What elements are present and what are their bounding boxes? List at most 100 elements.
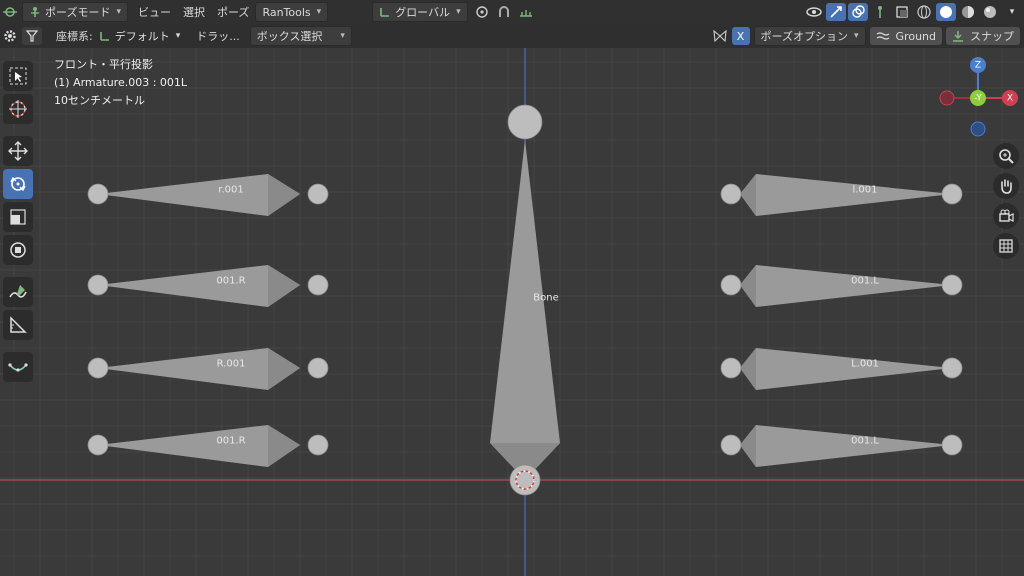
pose-options-dropdown[interactable]: ポーズオプション ▾ xyxy=(753,26,866,46)
bone-label: r.001 xyxy=(218,184,244,196)
select-mode-dropdown[interactable]: ボックス選択 ▾ xyxy=(249,26,352,46)
mode-label: ポーズモード xyxy=(45,6,111,19)
move-tool[interactable] xyxy=(3,136,33,166)
bone-label: 001.L xyxy=(851,435,879,447)
bone-overlay-icon[interactable] xyxy=(870,3,890,21)
mode-selector[interactable]: ポーズモード ▾ xyxy=(22,2,128,22)
bone-shape xyxy=(268,174,300,216)
3d-viewport[interactable]: Z X -Y フロント・平行投影 (1) Armature.003 : 001L 1… xyxy=(0,48,1024,576)
toolbar-left xyxy=(0,58,36,385)
bone-joint xyxy=(87,357,109,379)
filter-icon[interactable] xyxy=(22,27,42,45)
pan-hand-icon xyxy=(1001,179,1012,194)
overlays-icon[interactable] xyxy=(848,3,868,21)
orientation-icon xyxy=(99,32,109,41)
bone-joint xyxy=(307,434,329,456)
bone-label: R.001 xyxy=(216,358,246,370)
rantools-label: RanTools xyxy=(262,5,311,19)
bone-joint xyxy=(507,104,543,140)
pose-options-label: ポーズオプション xyxy=(760,30,848,43)
snap-magnet-icon[interactable] xyxy=(494,3,514,21)
butterfly-mirror-icon xyxy=(710,27,730,45)
ground-waves-icon xyxy=(876,32,889,40)
select-box-icon xyxy=(9,67,27,85)
header-bar: ポーズモード ▾ ビュー 選択 ポーズ RanTools ▾ グローバル ▾ ▾ xyxy=(0,0,1024,24)
bone-shape xyxy=(268,265,300,307)
pan-tool[interactable] xyxy=(993,173,1019,199)
menu-pose[interactable]: ポーズ xyxy=(211,4,255,20)
xray-icon[interactable] xyxy=(892,3,912,21)
gizmo-toggle-icon[interactable] xyxy=(826,3,846,21)
annotate-tool[interactable] xyxy=(3,277,33,307)
bone-joint xyxy=(720,183,742,205)
visibility-eye-icon[interactable] xyxy=(804,3,824,21)
rotate-icon xyxy=(10,176,26,192)
coord-system-dropdown[interactable]: デフォルト ▾ xyxy=(93,27,187,45)
transform-icon xyxy=(10,242,26,258)
bone-joint xyxy=(941,357,963,379)
object-info: (1) Armature.003 : 001L xyxy=(54,76,188,89)
bone-joint xyxy=(307,274,329,296)
shading-material-icon[interactable] xyxy=(958,3,978,21)
chevron-down-icon: ▾ xyxy=(456,7,461,17)
shading-rendered-icon[interactable] xyxy=(980,3,1000,21)
menu-view[interactable]: ビュー xyxy=(132,4,177,20)
snap-label: スナップ xyxy=(970,30,1014,43)
shading-wireframe-icon[interactable] xyxy=(914,3,934,21)
bone-joint xyxy=(720,357,742,379)
measure-tool[interactable] xyxy=(3,310,33,340)
annotate-icon xyxy=(9,285,27,298)
chevron-down-icon: ▾ xyxy=(854,31,859,41)
orientation-icon xyxy=(380,8,390,17)
drag-label[interactable]: ドラッ... xyxy=(190,27,246,45)
gizmo-z-label: Z xyxy=(975,61,981,71)
bone-joint xyxy=(720,434,742,456)
snap-target-icon[interactable] xyxy=(516,3,536,21)
orientation-label: グローバル xyxy=(395,6,451,19)
transform-tool[interactable] xyxy=(3,235,33,265)
rotate-tool[interactable] xyxy=(3,169,33,199)
bone-label: Bone xyxy=(533,292,559,304)
zoom-icon xyxy=(999,149,1014,164)
view-name: フロント・平行投影 xyxy=(54,58,153,71)
scale-icon xyxy=(10,209,26,225)
transform-orientation-dropdown[interactable]: グローバル ▾ xyxy=(372,2,468,22)
bone-shape xyxy=(268,348,300,390)
tool-settings-gear-icon[interactable] xyxy=(0,27,20,45)
grid-icon xyxy=(999,239,1013,253)
menu-select[interactable]: 選択 xyxy=(177,4,211,20)
cursor-icon xyxy=(9,100,27,118)
pivot-point-icon[interactable] xyxy=(472,3,492,21)
shading-options-chevron-icon[interactable]: ▾ xyxy=(1002,3,1022,21)
bone-joint xyxy=(509,464,541,496)
scale-tool[interactable] xyxy=(3,202,33,232)
shading-solid-icon[interactable] xyxy=(936,3,956,21)
gizmo-neg-x xyxy=(939,90,955,106)
snap-button[interactable]: スナップ xyxy=(946,27,1020,45)
camera-view-tool[interactable] xyxy=(993,203,1019,229)
chevron-down-icon: ▾ xyxy=(340,31,345,41)
chevron-down-icon: ▾ xyxy=(116,7,121,17)
viewport-canvas: Z X -Y xyxy=(0,48,1024,576)
relax-pose-tool[interactable] xyxy=(3,352,33,382)
bone-label: L.001 xyxy=(851,358,879,370)
select-mode-value: ボックス選択 xyxy=(256,30,323,43)
bone-joint xyxy=(307,357,329,379)
chevron-down-icon: ▾ xyxy=(175,31,181,41)
editor-type-icon[interactable] xyxy=(0,3,20,21)
ground-label: Ground xyxy=(895,29,936,43)
bone-label: 001.R xyxy=(216,435,246,447)
select-box-tool[interactable] xyxy=(3,61,33,91)
bone-joint xyxy=(87,434,109,456)
camera-icon xyxy=(999,209,1014,222)
snap-down-icon xyxy=(953,31,963,42)
relax-pose-icon xyxy=(8,363,28,372)
bone-joint xyxy=(307,183,329,205)
cursor-tool[interactable] xyxy=(3,94,33,124)
ortho-toggle-tool[interactable] xyxy=(993,233,1019,259)
rantools-menu[interactable]: RanTools ▾ xyxy=(255,2,329,22)
zoom-tool[interactable] xyxy=(993,143,1019,169)
x-mirror-toggle[interactable]: X xyxy=(731,27,750,45)
ground-button[interactable]: Ground xyxy=(869,27,942,45)
measure-icon xyxy=(10,316,27,333)
